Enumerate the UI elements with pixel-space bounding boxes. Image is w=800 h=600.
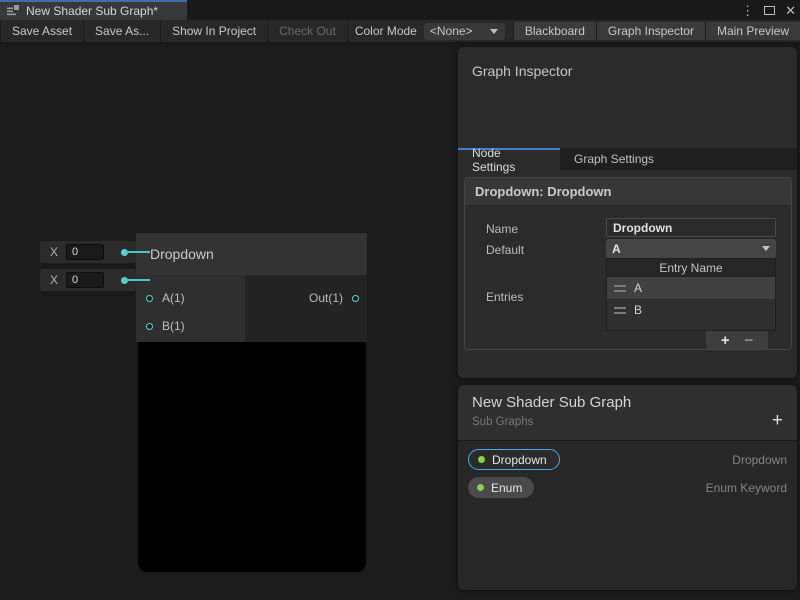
port-b-label: B(1): [162, 319, 185, 333]
document-tab[interactable]: New Shader Sub Graph*: [0, 0, 187, 20]
title-bar: New Shader Sub Graph* ⋮ ✕: [0, 0, 800, 20]
show-in-project-button[interactable]: Show In Project: [161, 20, 268, 42]
blackboard-item-row: Dropdown Dropdown: [468, 448, 787, 471]
close-icon[interactable]: ✕: [785, 4, 796, 17]
port-out-icon[interactable]: [352, 295, 359, 302]
entry-row[interactable]: B: [607, 299, 775, 321]
edge-wire-a: [124, 251, 150, 253]
chevron-down-icon: [762, 246, 770, 251]
save-asset-button[interactable]: Save Asset: [0, 20, 84, 42]
input-port-row-b: B(1): [136, 312, 245, 340]
output-port-row: Out(1): [245, 284, 367, 312]
section-header: Dropdown: Dropdown: [465, 178, 791, 206]
x-component-label: X: [50, 273, 58, 287]
node-body: A(1) B(1) Out(1): [136, 275, 367, 342]
dropdown-settings-section: Dropdown: Dropdown Name Dropdown Default…: [464, 177, 792, 350]
port-a-label: A(1): [162, 291, 185, 305]
tab-node-settings[interactable]: Node Settings: [458, 148, 560, 170]
shader-sub-graph-icon: [7, 5, 20, 17]
input-b-default-widget: X 0: [40, 269, 136, 291]
blackboard-subtitle: Sub Graphs: [472, 416, 533, 428]
property-pill-dropdown[interactable]: Dropdown: [468, 449, 560, 470]
inspector-tab-bar: Node Settings Graph Settings: [458, 148, 797, 170]
shader-graph-window: New Shader Sub Graph* ⋮ ✕ Save Asset Sav…: [0, 0, 800, 600]
entries-label: Entries: [486, 290, 523, 304]
entries-list: Entry Name A B: [606, 258, 776, 331]
property-type: Dropdown: [732, 453, 787, 467]
node-preview: [138, 342, 366, 572]
entries-list-footer: + −: [706, 331, 768, 350]
node-title[interactable]: Dropdown: [136, 233, 367, 275]
input-port-row-a: A(1): [136, 284, 245, 312]
drag-handle-icon[interactable]: [614, 285, 626, 292]
entry-name: A: [634, 281, 642, 295]
window-controls: ⋮ ✕: [741, 0, 796, 20]
exposed-dot-icon: [478, 456, 485, 463]
graph-inspector-toggle-button[interactable]: Graph Inspector: [596, 22, 705, 40]
remove-entry-button[interactable]: −: [744, 333, 753, 348]
check-out-button: Check Out: [268, 20, 348, 42]
graph-inspector-panel: Graph Inspector Node Settings Graph Sett…: [458, 47, 797, 378]
panel-title[interactable]: Graph Inspector: [458, 47, 797, 79]
edge-wire-b: [124, 279, 150, 281]
property-type: Enum Keyword: [706, 481, 787, 495]
save-as-button[interactable]: Save As...: [84, 20, 161, 42]
port-b-icon[interactable]: [146, 323, 153, 330]
name-field[interactable]: Dropdown: [606, 218, 776, 237]
tab-graph-settings[interactable]: Graph Settings: [560, 148, 668, 170]
blackboard-panel: New Shader Sub Graph Sub Graphs + Dropdo…: [458, 385, 797, 590]
property-name: Enum: [491, 481, 522, 495]
exposed-dot-icon: [477, 484, 484, 491]
kebab-menu-icon[interactable]: ⋮: [741, 4, 754, 17]
document-tab-title: New Shader Sub Graph*: [26, 4, 158, 18]
color-mode-value: <None>: [430, 24, 473, 38]
default-value: A: [612, 242, 621, 256]
drag-handle-icon[interactable]: [614, 307, 626, 314]
entry-name: B: [634, 303, 642, 317]
input-b-value-field[interactable]: 0: [66, 272, 104, 288]
node-input-ports: A(1) B(1): [136, 275, 245, 342]
property-name: Dropdown: [492, 453, 547, 467]
add-entry-button[interactable]: +: [721, 333, 730, 348]
default-label: Default: [486, 243, 524, 257]
blackboard-title[interactable]: New Shader Sub Graph: [472, 394, 631, 411]
blackboard-toggle-button[interactable]: Blackboard: [513, 22, 596, 40]
entries-column-header: Entry Name: [607, 259, 775, 277]
add-property-button[interactable]: +: [772, 411, 783, 430]
color-mode-dropdown[interactable]: <None>: [424, 23, 505, 40]
input-a-value-field[interactable]: 0: [66, 244, 104, 260]
toolbar: Save Asset Save As... Show In Project Ch…: [0, 20, 800, 43]
node-output-ports: Out(1): [245, 275, 367, 342]
x-component-label: X: [50, 245, 58, 259]
entry-row[interactable]: A: [607, 277, 775, 299]
port-a-icon[interactable]: [146, 295, 153, 302]
name-label: Name: [486, 222, 518, 236]
chevron-down-icon: [490, 29, 498, 34]
color-mode-label: Color Mode: [348, 20, 424, 42]
input-a-default-widget: X 0: [40, 241, 136, 263]
port-out-label: Out(1): [309, 291, 343, 305]
maximize-icon[interactable]: [764, 6, 775, 15]
dropdown-node[interactable]: Dropdown A(1) B(1) Out(1): [136, 233, 367, 572]
property-pill-enum[interactable]: Enum: [468, 477, 534, 498]
main-preview-toggle-button[interactable]: Main Preview: [705, 22, 800, 40]
blackboard-item-row: Enum Enum Keyword: [468, 476, 787, 499]
default-dropdown[interactable]: A: [606, 239, 776, 258]
blackboard-header: New Shader Sub Graph Sub Graphs +: [458, 385, 797, 441]
